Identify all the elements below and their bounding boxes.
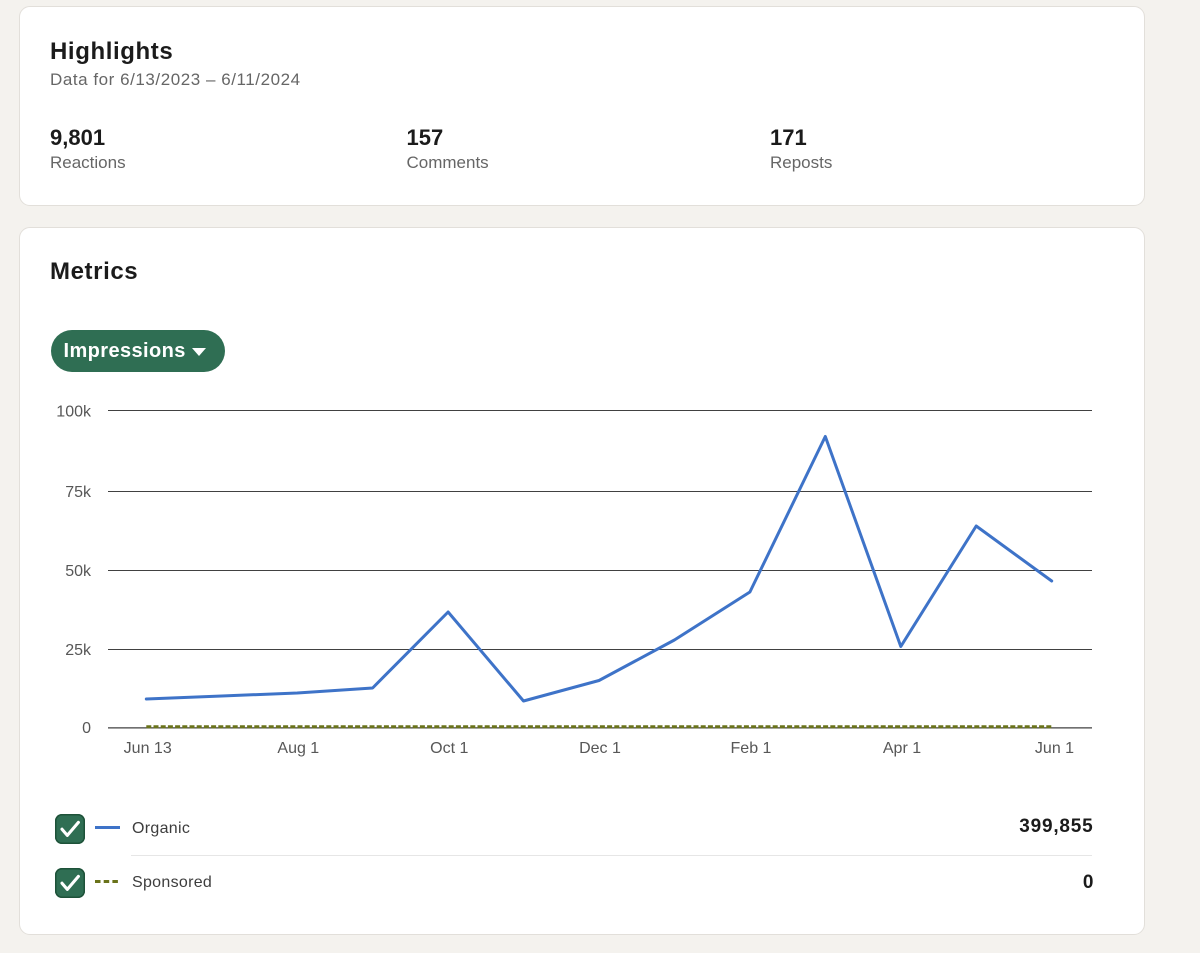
svg-text:Jun 1: Jun 1: [1035, 740, 1074, 757]
svg-text:Dec 1: Dec 1: [579, 740, 621, 757]
svg-text:100k: 100k: [56, 403, 92, 420]
svg-text:Apr 1: Apr 1: [883, 740, 921, 757]
svg-text:Oct 1: Oct 1: [430, 740, 468, 757]
svg-text:Jun 13: Jun 13: [124, 740, 172, 757]
svg-text:Feb 1: Feb 1: [731, 740, 772, 757]
svg-text:Aug 1: Aug 1: [277, 740, 319, 757]
svg-text:0: 0: [82, 720, 91, 737]
svg-text:25k: 25k: [65, 642, 92, 659]
svg-text:75k: 75k: [65, 484, 92, 501]
svg-text:50k: 50k: [65, 563, 92, 580]
